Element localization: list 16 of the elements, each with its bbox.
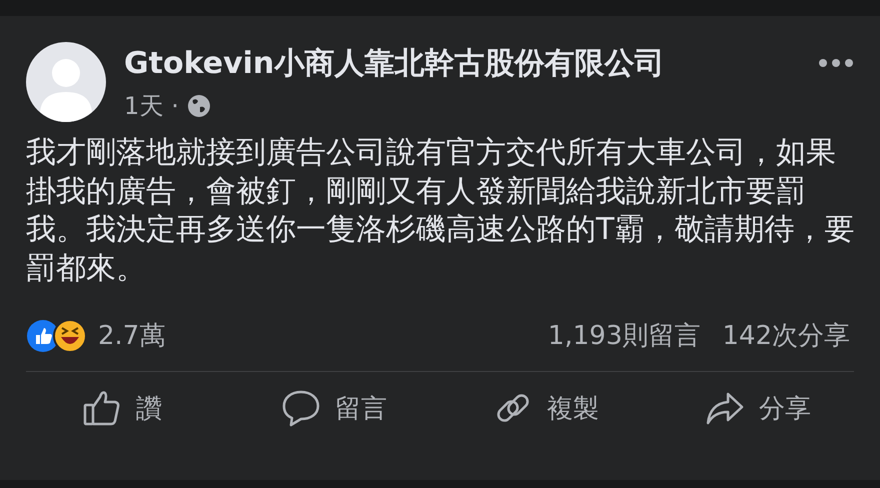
share-button[interactable]: 分享 bbox=[695, 380, 821, 436]
reaction-count[interactable]: 2.7萬 bbox=[98, 318, 166, 353]
reaction-icons[interactable] bbox=[26, 318, 88, 352]
separator: · bbox=[171, 91, 179, 122]
speech-bubble-icon bbox=[281, 388, 321, 428]
author-name[interactable]: Gtokevin小商人靠北幹古股份有限公司 bbox=[124, 44, 800, 84]
post-text: 我才剛落地就接到廣告公司說有官方交代所有大車公司，如果掛我的廣告，會被釘，剛剛又有人發新聞給我說新北市要罰我。我決定再多送你一隻洛杉磯高速公路的T霸，敬請期待，要罰都來。 bbox=[25, 134, 856, 288]
comment-button[interactable]: 留言 bbox=[271, 380, 397, 436]
share-count[interactable]: 142次分享 bbox=[722, 318, 850, 353]
more-options-icon[interactable] bbox=[818, 58, 854, 68]
comment-count[interactable]: 1,193則留言 bbox=[548, 318, 700, 353]
globe-icon bbox=[186, 94, 211, 118]
post-time[interactable]: 1天 bbox=[124, 90, 164, 122]
avatar[interactable] bbox=[26, 42, 106, 122]
copy-button[interactable]: 複製 bbox=[483, 380, 609, 436]
like-button[interactable]: 讚 bbox=[72, 380, 172, 436]
